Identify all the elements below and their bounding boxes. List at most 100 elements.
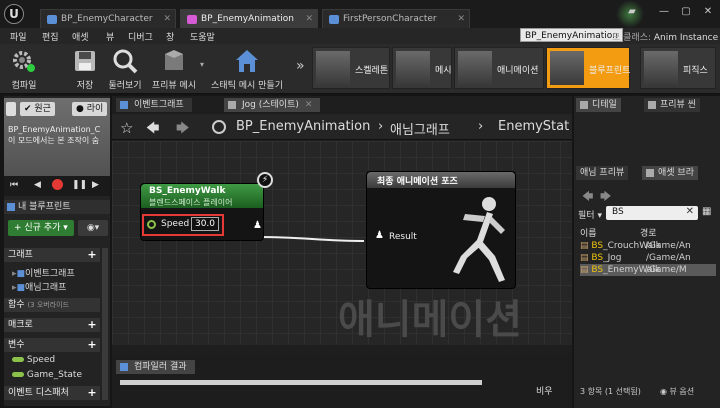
section-event-dispatchers[interactable]: 이벤트 디스패처 + xyxy=(4,386,100,400)
chevron-down-icon[interactable]: ▾ xyxy=(200,60,204,69)
column-name[interactable]: 이름 xyxy=(580,226,597,239)
graph-item-anim[interactable]: ▸■애님그래프 xyxy=(12,280,66,293)
gear-icon xyxy=(13,51,35,72)
close-icon[interactable]: ✕ xyxy=(305,100,313,110)
pose-wire xyxy=(257,236,365,242)
mode-skeleton[interactable]: 스켈레톤 xyxy=(312,47,390,89)
my-blueprint-header[interactable]: 내 블루프린트 xyxy=(4,200,110,214)
perspective-button[interactable]: ✔ 원근 xyxy=(20,102,55,116)
breadcrumb-item[interactable]: BP_EnemyAnimation xyxy=(236,119,370,134)
tab-compiler-results[interactable]: 컴파일러 결과 xyxy=(116,360,195,374)
notification-icon[interactable]: ▰ xyxy=(622,4,642,20)
breadcrumb-item[interactable]: EnemyStat xyxy=(498,119,569,134)
variable-speed[interactable]: Speed xyxy=(12,355,55,365)
blendspace-player-node[interactable]: BS_EnemyWalk 블렌드스페이스 플레이어 ⚡ Speed 30.0 ♟ xyxy=(140,172,273,241)
add-graph-icon[interactable]: + xyxy=(86,249,98,261)
settings-icon[interactable]: ▦ xyxy=(702,206,711,217)
section-functions[interactable]: 함수 (3 오버라이드 xyxy=(4,298,100,312)
graph-icon: ■ xyxy=(16,269,26,279)
plus-icon: + xyxy=(14,223,25,233)
variable-game-state[interactable]: Game_State xyxy=(12,370,82,380)
back-arrow-icon[interactable]: 🡄 xyxy=(146,119,159,141)
forward-arrow-icon[interactable]: 🡆 xyxy=(600,188,611,207)
menu-asset[interactable]: 애셋 xyxy=(72,30,89,43)
section-graphs[interactable]: 그래프 + xyxy=(4,248,100,262)
unreal-logo-icon: U xyxy=(4,4,24,24)
menu-window[interactable]: 창 xyxy=(166,30,174,43)
browse-button[interactable]: 둘러보기 xyxy=(104,44,146,92)
graph-icon xyxy=(120,101,128,109)
skip-back-icon[interactable]: ⏮ xyxy=(10,180,18,190)
graph-canvas[interactable]: 애니메이션 BS_EnemyWalk 블렌드스페이스 플레이어 ⚡ Speed … xyxy=(112,141,572,345)
menu-help[interactable]: 도움말 xyxy=(190,30,215,43)
section-variables[interactable]: 변수 + xyxy=(4,338,100,352)
mode-physics[interactable]: 피직스 xyxy=(640,47,716,89)
step-back-icon[interactable]: ◀ xyxy=(34,180,41,190)
section-macros[interactable]: 매크로 + xyxy=(4,318,100,332)
favorite-star-icon[interactable]: ☆ xyxy=(120,119,133,137)
menu-debug[interactable]: 디버그 xyxy=(128,30,153,43)
menu-view[interactable]: 뷰 xyxy=(106,30,114,43)
tab-bp-enemy-character[interactable]: BP_EnemyCharacter ✕ xyxy=(40,9,176,28)
view-options-button[interactable]: ◉ 뷰 옵션 xyxy=(660,386,694,397)
tab-anim-preview[interactable]: 애님 프리뷰 xyxy=(576,166,629,180)
menu-edit[interactable]: 편집 xyxy=(42,30,59,43)
maximize-icon[interactable]: ▢ xyxy=(676,4,696,20)
tab-details[interactable]: 디테일 xyxy=(576,98,621,112)
tab-bp-enemy-animation[interactable]: BP_EnemyAnimation ✕ xyxy=(180,9,318,28)
lighting-button[interactable]: ● 라이 xyxy=(72,102,108,116)
scene-icon xyxy=(648,101,656,109)
physics-thumbnail xyxy=(644,51,678,85)
asset-row-selected[interactable]: ▤ BS_EnemyWalk/Game/M xyxy=(580,264,716,276)
save-button[interactable]: 저장 xyxy=(66,44,104,92)
mode-blueprint[interactable]: 블루프린트 xyxy=(546,47,630,89)
view-options-eye-icon[interactable]: ◉▾ xyxy=(78,220,108,236)
asset-row[interactable]: ▤ BS_CrouchWalk/Game/An xyxy=(580,240,716,252)
tab-preview-scene[interactable]: 프리뷰 씬 xyxy=(644,98,700,112)
output-pose-node[interactable]: 최종 애니메이션 포즈 ♟ Result xyxy=(366,171,516,289)
tab-asset-browser[interactable]: 애셋 브라 xyxy=(642,166,698,180)
close-icon[interactable]: ✕ xyxy=(305,10,313,29)
close-window-icon[interactable]: ✕ xyxy=(698,4,718,20)
preview-viewport[interactable]: ✔ 원근 ● 라이 BP_EnemyAnimation_C 이 모드에서는 본 … xyxy=(4,98,110,196)
close-icon[interactable]: ✕ xyxy=(163,10,171,29)
float-pin-icon[interactable] xyxy=(147,220,156,229)
pause-icon[interactable]: ❚❚ xyxy=(72,180,87,190)
scrollbar[interactable] xyxy=(102,248,108,400)
preview-mesh-button[interactable]: 프리뷰 메시 xyxy=(150,44,198,92)
asset-row[interactable]: ▤ BS_Jog/Game/An xyxy=(580,252,716,264)
speed-value-input[interactable]: 30.0 xyxy=(191,217,219,231)
minimize-icon[interactable]: — xyxy=(654,4,674,20)
tab-first-person-character[interactable]: FirstPersonCharacter ✕ xyxy=(322,9,470,28)
compile-button[interactable]: 컴파일 xyxy=(2,44,46,92)
add-variable-icon[interactable]: + xyxy=(86,339,98,351)
add-dispatcher-icon[interactable]: + xyxy=(86,387,98,399)
running-mannequin-icon xyxy=(453,197,505,282)
viewport-menu-icon[interactable] xyxy=(6,102,16,116)
make-static-mesh-button[interactable]: 스태틱 메시 만들기 xyxy=(210,44,284,92)
forward-arrow-icon[interactable]: 🡆 xyxy=(176,119,189,141)
breadcrumb-item[interactable]: 애님그래프 xyxy=(390,119,450,138)
browser-icon xyxy=(646,169,654,177)
close-icon[interactable]: ✕ xyxy=(457,10,465,29)
mode-animation[interactable]: 애니메이션 xyxy=(454,47,544,89)
back-arrow-icon[interactable]: 🡄 xyxy=(582,188,593,207)
clear-button[interactable]: 비우 xyxy=(536,384,553,397)
add-new-button[interactable]: + 신규 추가 ▾ xyxy=(8,220,74,236)
filter-button[interactable]: 필터 ▾ xyxy=(578,208,602,221)
tab-jog-state[interactable]: Jog (스테이트) ✕ xyxy=(224,98,321,112)
pose-output-pin-icon[interactable]: ♟ xyxy=(253,220,262,231)
mode-mesh[interactable]: 메시 xyxy=(392,47,452,89)
asset-search-input[interactable]: BS ✕ xyxy=(606,206,698,220)
menu-file[interactable]: 파일 xyxy=(10,30,27,43)
graph-item-event[interactable]: ▸■이벤트그래프 xyxy=(12,266,75,279)
column-path[interactable]: 경로 xyxy=(640,226,657,239)
blueprint-icon xyxy=(329,15,339,24)
overflow-icon[interactable]: » xyxy=(296,58,305,74)
step-forward-icon[interactable]: ▶ xyxy=(92,180,99,190)
clear-search-icon[interactable]: ✕ xyxy=(686,206,694,217)
pose-input-pin-icon[interactable]: ♟ xyxy=(375,230,384,241)
tab-event-graph[interactable]: 이벤트그래프 xyxy=(116,98,192,112)
add-macro-icon[interactable]: + xyxy=(86,319,98,331)
record-icon[interactable] xyxy=(52,179,63,190)
